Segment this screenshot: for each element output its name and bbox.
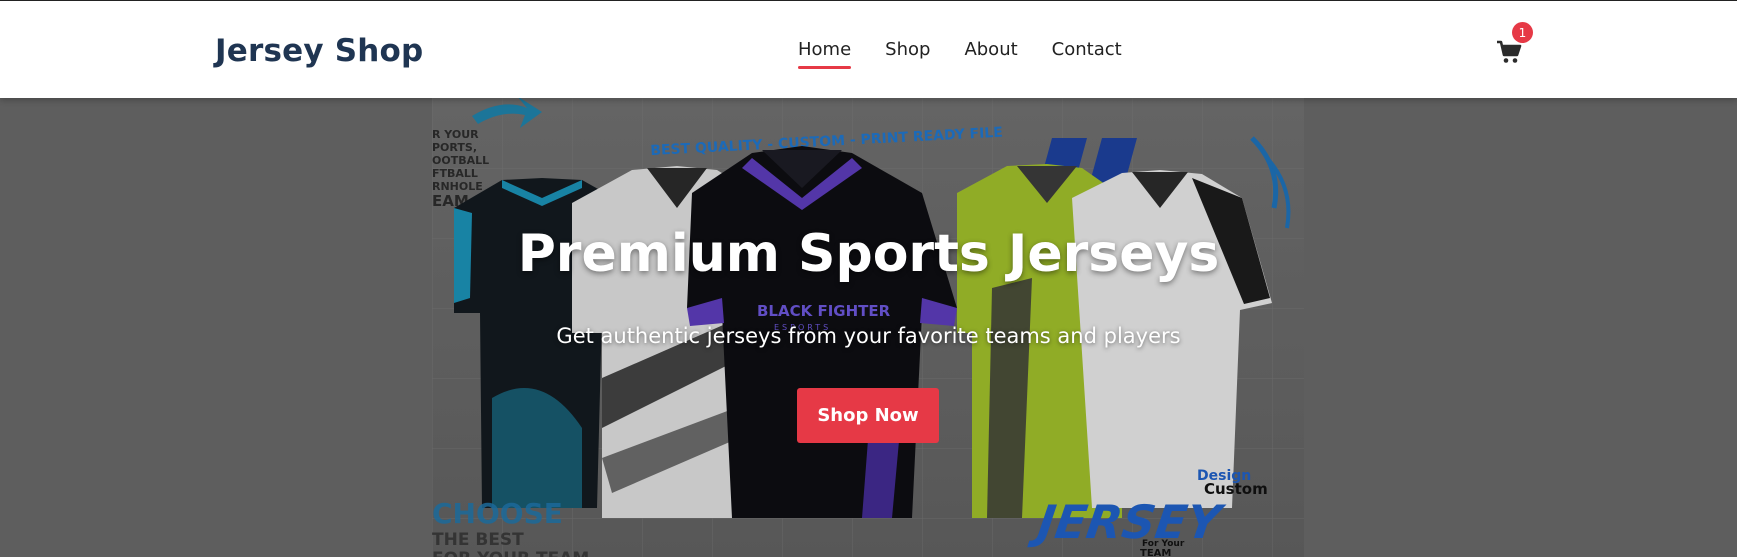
shop-now-button[interactable]: Shop Now (797, 388, 939, 443)
nav-link-contact[interactable]: Contact (1052, 39, 1122, 66)
navbar: Jersey Shop Home Shop About Contact 1 (0, 0, 1737, 98)
shopping-cart-icon[interactable] (1496, 39, 1522, 65)
nav-links: Home Shop About Contact (798, 39, 1156, 69)
nav-link-about[interactable]: About (964, 39, 1017, 66)
hero-section: BEST QUALITY - CUSTOM - PRINT READY FILE… (0, 98, 1737, 557)
hero-title: Premium Sports Jerseys (517, 224, 1220, 284)
hero-subtitle: Get authentic jerseys from your favorite… (556, 324, 1181, 348)
nav-link-home[interactable]: Home (798, 39, 852, 69)
cart-count-badge: 1 (1512, 22, 1533, 43)
site-logo[interactable]: Jersey Shop (215, 33, 423, 69)
nav-link-shop[interactable]: Shop (885, 39, 930, 66)
